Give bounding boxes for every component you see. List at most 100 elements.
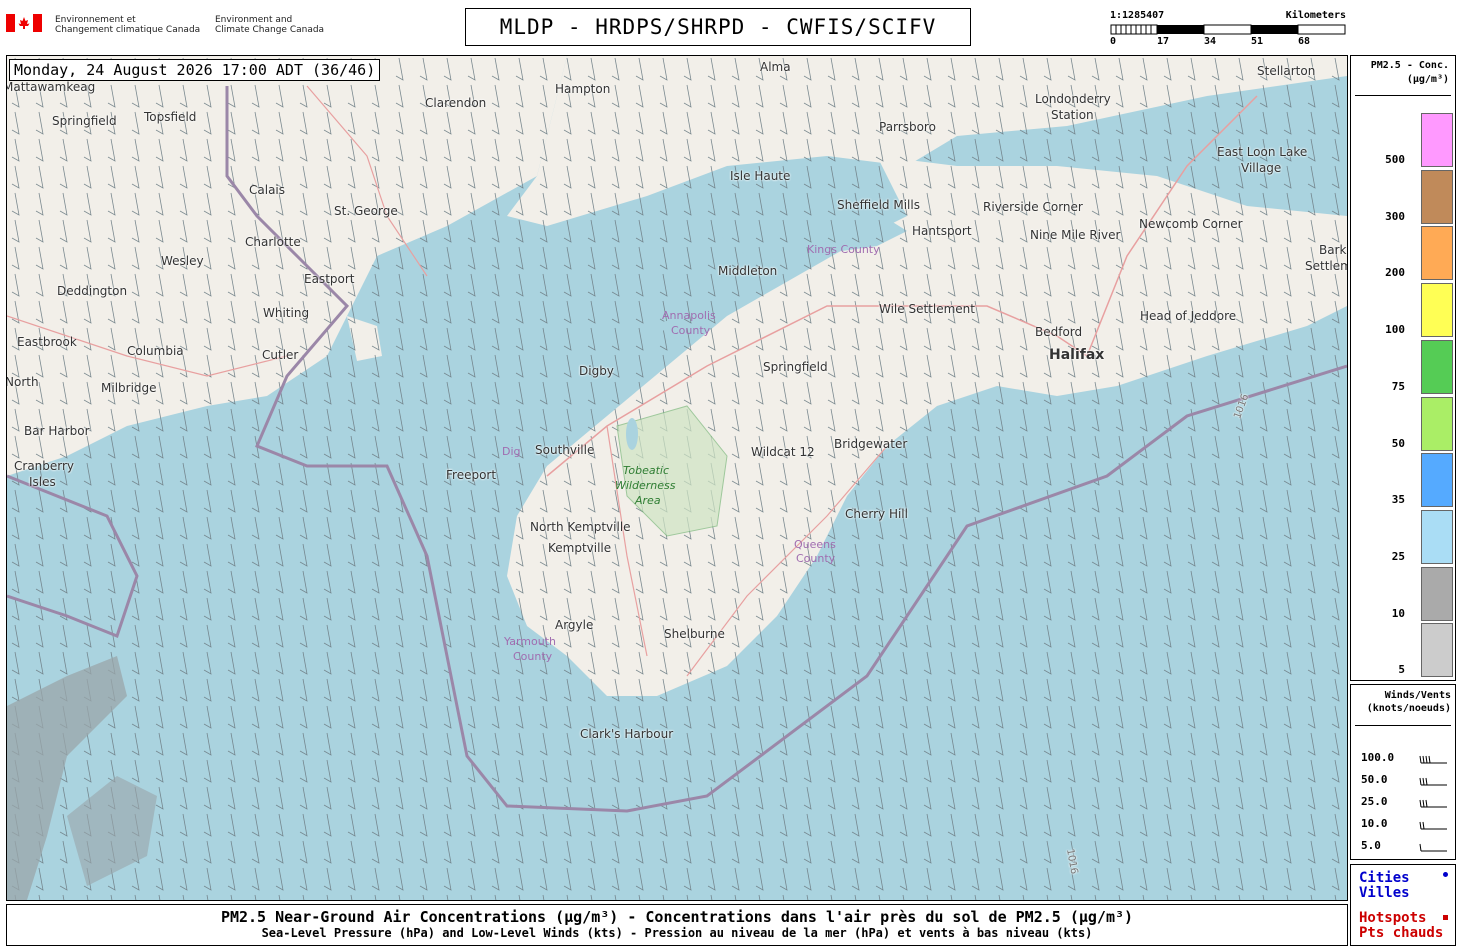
county-yarmouth-1: Yarmouth	[504, 635, 556, 648]
gov-en-line-2: Climate Change Canada	[215, 25, 325, 35]
place-calais: Calais	[249, 183, 286, 197]
place-milbridge: Milbridge	[101, 381, 157, 395]
place-eastbrook: Eastbrook	[17, 335, 77, 349]
legend-title-line-2: (µg/m³)	[1406, 74, 1449, 85]
place-deddington: Deddington	[57, 284, 128, 298]
legend-swatch-500	[1421, 113, 1453, 167]
place-st-george: St. George	[334, 204, 398, 218]
place-parrsboro: Parrsboro	[879, 120, 936, 134]
wind-barb-icon	[1419, 799, 1447, 808]
legend-swatch-300	[1421, 169, 1453, 224]
caption-line-1: PM2.5 Near-Ground Air Concentrations (µg…	[220, 908, 1134, 926]
wind-barb-icon	[1419, 755, 1447, 764]
place-wile-settlement: Wile Settlement	[879, 302, 975, 316]
hotspots-label: Hotspots	[1359, 910, 1427, 926]
place-springfield-me: Springfield	[52, 114, 117, 128]
scale-tick-1: 17	[1157, 36, 1170, 47]
forecast-datetime: Monday, 24 August 2026 17:00 ADT (36/46)	[9, 59, 381, 81]
pts-chauds-label: Pts chauds	[1359, 925, 1444, 941]
legend-swatch-35	[1421, 453, 1453, 508]
winds-divider	[1355, 725, 1451, 726]
cities-hotspots-legend: Cities Villes Hotspots Pts chauds	[1350, 864, 1456, 946]
place-bedford: Bedford	[1035, 325, 1083, 339]
canada-flag-icon	[6, 14, 42, 32]
place-settlement: Settlem	[1305, 259, 1348, 273]
place-north: North	[6, 375, 39, 389]
legend-title-line-1: PM2.5 - Conc.	[1370, 60, 1449, 71]
wind-speed-label: 25.0	[1361, 795, 1388, 808]
place-isle-haute: Isle Haute	[730, 169, 791, 183]
legend-swatch-75	[1421, 339, 1453, 394]
map-view[interactable]: Mattawamkeag Springfield Topsfield Clare…	[6, 55, 1348, 901]
scale-unit: Kilometers	[1285, 10, 1346, 21]
place-kemptville: Kemptville	[548, 541, 612, 555]
place-eastport: Eastport	[304, 272, 355, 286]
wind-barb-icon	[1419, 777, 1447, 786]
county-annapolis-2: County	[671, 324, 711, 337]
scale-ratio: 1:1285407	[1110, 10, 1165, 21]
county-kings: Kings County	[807, 243, 880, 256]
gov-fr-line-1: Environnement et	[55, 15, 136, 25]
place-sheffield-mills: Sheffield Mills	[837, 198, 920, 212]
place-cranberry: Cranberry	[14, 459, 75, 473]
winds-title: Winds/Vents (knots/noeuds)	[1351, 685, 1455, 715]
wind-barb-icon	[1419, 843, 1447, 852]
place-village: Village	[1241, 161, 1282, 175]
legend-label-25: 25	[1391, 549, 1405, 563]
place-halifax: Halifax	[1049, 347, 1105, 363]
scale-tick-0: 0	[1110, 36, 1117, 47]
legend-label-200: 200	[1385, 266, 1405, 280]
place-wildcat: Wildcat 12	[751, 445, 815, 459]
legend-label-100: 100	[1385, 323, 1405, 337]
place-east-loon-lake: East Loon Lake	[1217, 145, 1308, 159]
winds-legend: Winds/Vents (knots/noeuds) 100.0 50.0 25.0…	[1350, 684, 1456, 860]
wind-speed-label: 10.0	[1361, 817, 1388, 830]
county-queens-2: County	[796, 552, 836, 565]
park-tobeatic-1: Tobeatic	[623, 464, 669, 477]
legend-swatch-100	[1421, 283, 1453, 338]
villes-label: Villes	[1359, 885, 1410, 901]
place-nine-mile-river: Nine Mile River	[1030, 228, 1121, 242]
legend-swatch-200	[1421, 226, 1453, 281]
place-topsfield: Topsfield	[144, 110, 197, 124]
legend-divider	[1355, 95, 1451, 96]
pm25-legend: PM2.5 - Conc. (µg/m³) 500 300 200 100 75 50 35…	[1350, 55, 1456, 681]
place-wesley: Wesley	[161, 254, 204, 268]
map-caption: PM2.5 Near-Ground Air Concentrations (µg…	[6, 904, 1348, 946]
legend-swatch-50	[1421, 396, 1453, 451]
cities-label: Cities	[1359, 870, 1410, 886]
legend-label-500: 500	[1385, 153, 1405, 166]
place-middleton: Middleton	[718, 264, 778, 278]
place-mattawamkeag: Mattawamkeag	[6, 80, 96, 94]
scale-bar: 1:1285407 Kilometers 0 17 34 51 68	[1110, 10, 1350, 50]
park-tobeatic-3: Area	[635, 494, 661, 507]
legend-label-75: 75	[1391, 379, 1405, 393]
place-cherry-hill: Cherry Hill	[845, 507, 908, 521]
map-graphic	[7, 56, 1347, 900]
gov-name-fr: Environnement et Changement climatique C…	[55, 15, 200, 35]
place-alma: Alma	[760, 60, 791, 74]
legend-title: PM2.5 - Conc. (µg/m³)	[1351, 56, 1455, 87]
place-freeport: Freeport	[446, 468, 497, 482]
place-londonderry: Londonderry	[1035, 92, 1111, 106]
gov-name-en: Environment and Climate Change Canada	[215, 15, 324, 35]
hotspot-square-icon	[1443, 915, 1448, 920]
legend-swatch-10	[1421, 566, 1453, 621]
county-queens-1: Queens	[794, 538, 836, 551]
scale-tick-4: 68	[1298, 36, 1311, 47]
scale-tick-3: 51	[1251, 36, 1264, 47]
winds-title-line-2: (knots/noeuds)	[1366, 703, 1451, 714]
place-barkhouse: Barkho	[1319, 243, 1347, 257]
legend-label-300: 300	[1385, 209, 1405, 223]
county-yarmouth-2: County	[513, 650, 553, 663]
legend-label-5: 5	[1398, 663, 1405, 677]
wind-speed-label: 100.0	[1361, 751, 1395, 764]
place-clarks-harbour: Clark's Harbour	[580, 727, 674, 741]
place-springfield-ns: Springfield	[763, 360, 828, 374]
winds-title-line-1: Winds/Vents	[1384, 690, 1451, 701]
place-riverside-corner: Riverside Corner	[983, 200, 1083, 214]
wind-speed-label: 5.0	[1361, 839, 1381, 852]
scale-bar-graphic	[1110, 24, 1346, 35]
place-bridgewater: Bridgewater	[834, 437, 908, 451]
place-whiting: Whiting	[263, 306, 310, 320]
